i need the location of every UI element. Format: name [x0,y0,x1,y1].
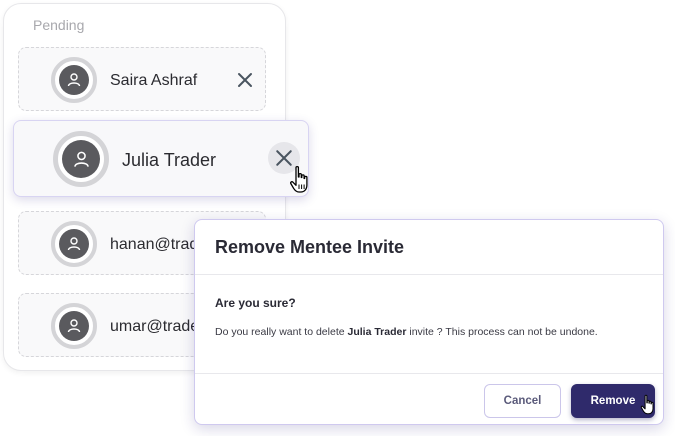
dialog-divider [195,274,663,275]
app-stage: Pending Saira Ashraf hanan@trad umar@tra… [0,0,675,436]
avatar [51,303,97,349]
invite-card: Saira Ashraf [18,47,266,111]
dialog-title: Remove Mentee Invite [215,237,405,257]
invite-name: Julia Trader [122,150,217,170]
dialog-footer-divider [195,373,663,374]
user-icon [67,237,81,251]
invite-name: Saira Ashraf [110,72,198,89]
user-icon [73,151,89,167]
dialog-message: Do you really want to delete Julia Trade… [215,326,598,338]
remove-button[interactable]: Remove [571,384,655,418]
remove-invite-dialog: Remove Mentee Invite Are you sure? Do yo… [194,219,664,425]
avatar [51,221,97,267]
avatar [51,57,97,103]
invite-name: umar@trade [110,318,200,335]
remove-invite-button[interactable] [235,70,255,90]
cancel-button[interactable]: Cancel [484,384,561,418]
dialog-question: Are you sure? [215,296,296,310]
message-prefix: Do you really want to delete [215,326,348,338]
remove-invite-button[interactable] [268,142,300,174]
invite-name: hanan@trad [110,236,199,253]
message-suffix: invite ? This process can not be undone. [406,326,598,338]
user-icon [67,319,81,333]
message-name: Julia Trader [347,326,407,338]
invite-card-highlighted: Julia Trader [13,120,309,197]
close-icon [238,73,252,87]
close-icon [276,150,292,166]
panel-title: Pending [33,17,85,33]
avatar [53,131,109,187]
user-icon [67,73,81,87]
